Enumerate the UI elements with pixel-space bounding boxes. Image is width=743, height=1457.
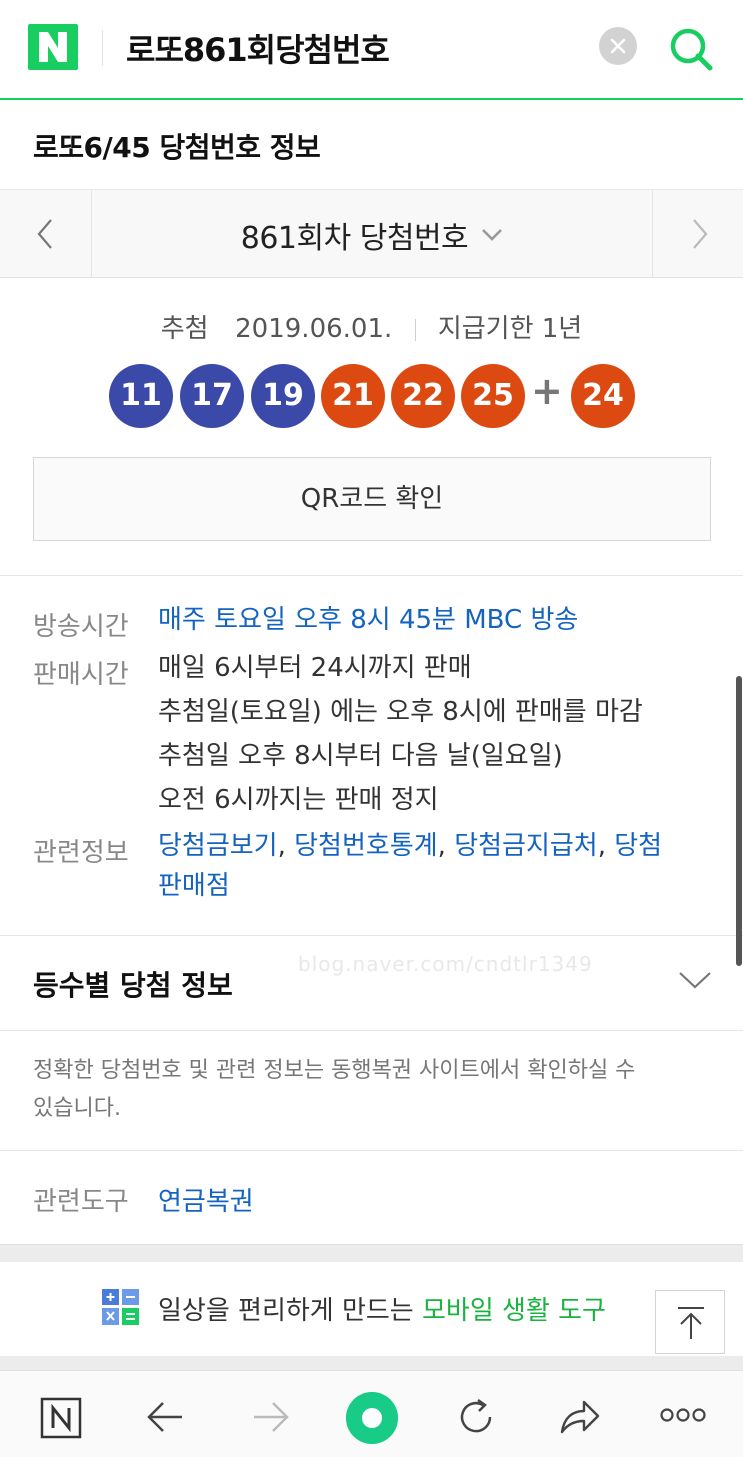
link-number-stats[interactable]: 당첨번호통계 <box>294 831 438 861</box>
link-winning-store[interactable]: 당첨 <box>614 831 662 861</box>
broadcast-label: 방송시간 <box>33 612 129 642</box>
notice-text: 정확한 당첨번호 및 관련 정보는 동행복권 사이트에서 확인하실 수 있습니다… <box>33 1052 713 1128</box>
draw-info: 추첨 2019.06.01. 지급기한 1년 <box>0 308 743 345</box>
notice-line: 정확한 당첨번호 및 관련 정보는 동행복권 사이트에서 확인하실 수 <box>33 1058 636 1083</box>
scroll-to-top-button[interactable] <box>655 1290 725 1354</box>
link-prize-view[interactable]: 당첨금보기 <box>158 831 278 861</box>
share-icon[interactable] <box>558 1398 602 1436</box>
lotto-ball: 21 <box>321 364 385 428</box>
section-divider <box>0 575 743 576</box>
sales-line: 오전 6시까지는 판매 정지 <box>158 785 439 815</box>
watermark: blog.naver.com/cndtlr1349 <box>298 952 593 976</box>
section-gap <box>0 1244 743 1262</box>
draw-date: 2019.06.01. <box>235 314 393 344</box>
chevron-down-icon <box>679 972 711 989</box>
related-tools-row: 관련도구 연금복권 <box>0 1150 743 1244</box>
more-icon[interactable] <box>660 1407 706 1423</box>
related-links: 당첨금보기, 당첨번호통계, 당첨금지급처, 당첨 <box>158 824 662 868</box>
round-navigator: 861회차 당첨번호 <box>0 190 743 278</box>
banner-text: 일상을 편리하게 만드는 모바일 생활 도구 <box>158 1290 606 1327</box>
rank-info-accordion[interactable]: blog.naver.com/cndtlr1349 등수별 당첨 정보 <box>0 935 743 1031</box>
round-select-dropdown[interactable]: 861회차 당첨번호 <box>92 190 652 278</box>
draw-label: 추첨 <box>160 314 209 344</box>
sales-line: 추첨일 오후 8시부터 다음 날(일요일) <box>158 741 563 771</box>
clear-button[interactable] <box>599 27 637 65</box>
related-info-label: 관련정보 <box>33 838 129 868</box>
search-header: 로또861회당첨번호 <box>0 0 743 100</box>
pension-lottery-link[interactable]: 연금복권 <box>158 1181 254 1218</box>
forward-arrow-icon[interactable] <box>250 1399 290 1435</box>
banner-text-main: 일상을 편리하게 만드는 <box>158 1296 414 1326</box>
search-icon[interactable] <box>664 22 716 74</box>
winning-numbers: 11 17 19 21 22 25 + 24 <box>0 364 743 428</box>
lotto-ball: 25 <box>461 364 525 428</box>
broadcast-value-link[interactable]: 매주 토요일 오후 8시 45분 MBC 방송 <box>158 598 578 642</box>
naver-logo-icon[interactable] <box>28 24 78 70</box>
calculator-icon <box>102 1289 139 1325</box>
scrollbar[interactable] <box>736 676 742 966</box>
header-divider <box>102 30 103 66</box>
clear-x-icon <box>610 38 626 54</box>
mobile-tools-banner[interactable]: 일상을 편리하게 만드는 모바일 생활 도구 <box>0 1262 743 1356</box>
back-arrow-icon[interactable] <box>146 1399 186 1435</box>
browser-bottom-bar <box>0 1370 743 1457</box>
link-prize-payment[interactable]: 당첨금지급처 <box>454 831 598 861</box>
lotto-ball: 22 <box>391 364 455 428</box>
title-row: 로또6/45 당첨번호 정보 <box>0 102 743 190</box>
plus-sign: + <box>531 369 563 413</box>
sales-label: 판매시간 <box>33 660 129 690</box>
prev-round-button[interactable] <box>0 190 92 278</box>
section-gap <box>0 1356 743 1370</box>
link-separator: , <box>597 831 606 861</box>
payment-deadline: 지급기한 1년 <box>437 314 583 344</box>
chevron-down-icon <box>482 229 503 241</box>
lotto-ball: 11 <box>109 364 173 428</box>
next-round-button[interactable] <box>652 190 743 278</box>
link-winning-store-cont[interactable]: 판매점 <box>158 864 230 908</box>
link-separator: , <box>437 831 446 861</box>
link-separator: , <box>277 831 286 861</box>
rank-info-title: 등수별 당첨 정보 <box>33 969 233 1002</box>
search-query-text[interactable]: 로또861회당첨번호 <box>126 25 390 71</box>
naver-home-icon[interactable] <box>40 1397 82 1439</box>
banner-highlight: 모바일 생활 도구 <box>422 1296 606 1326</box>
info-separator <box>414 318 416 341</box>
refresh-icon[interactable] <box>456 1397 496 1437</box>
notice-line: 있습니다. <box>33 1096 121 1121</box>
lotto-ball: 17 <box>180 364 244 428</box>
round-label: 861회차 당첨번호 <box>240 221 469 256</box>
chevron-left-icon <box>37 219 52 249</box>
sales-line: 추첨일(토요일) 에는 오후 8시에 판매를 마감 <box>158 697 643 727</box>
page-title: 로또6/45 당첨번호 정보 <box>33 131 321 164</box>
green-dot-icon[interactable] <box>344 1390 400 1446</box>
sales-line: 매일 6시부터 24시까지 판매 <box>158 653 472 683</box>
chevron-right-icon <box>693 219 708 249</box>
lotto-ball: 19 <box>251 364 315 428</box>
qr-code-button[interactable]: QR코드 확인 <box>33 457 711 541</box>
related-tools-label: 관련도구 <box>33 1187 129 1217</box>
bonus-ball: 24 <box>571 364 635 428</box>
arrow-up-icon <box>678 1307 704 1339</box>
